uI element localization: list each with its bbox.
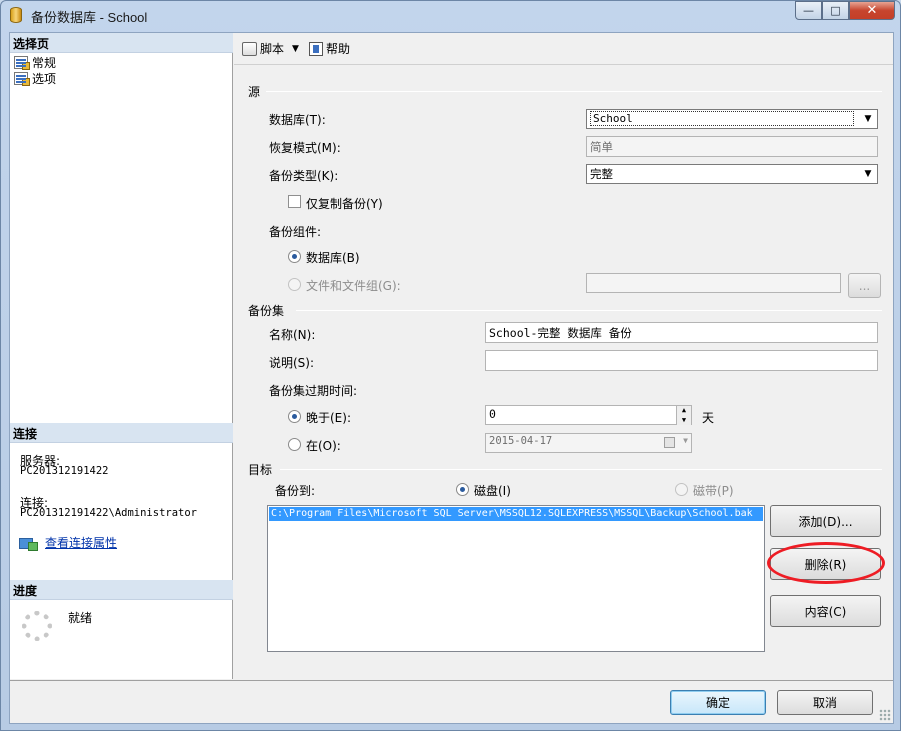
maximize-button[interactable]: □ [822,1,849,20]
backup-to-label: 备份到: [275,484,316,498]
component-files-label: 文件和文件组(G): [306,279,401,293]
minimize-icon: — [803,4,814,17]
component-database-label[interactable]: 数据库(B) [306,249,360,266]
component-database-radio[interactable] [288,250,301,263]
backup-set-group-title: 备份集 [248,304,285,318]
recovery-model-label: 恢复模式(M): [269,141,341,155]
backup-to-disk-label[interactable]: 磁盘(I) [474,482,511,499]
script-button[interactable]: 脚本 [240,38,286,59]
expire-after-radio[interactable] [288,410,301,423]
chevron-down-icon: ▼ [864,114,872,124]
backup-type-combo[interactable]: 完整 ▼ [586,164,878,184]
database-value: School [590,111,854,126]
files-browse-button[interactable]: ... [848,273,881,298]
destination-list[interactable]: C:\Program Files\Microsoft SQL Server\MS… [267,505,765,652]
resize-grip-icon[interactable] [879,709,891,721]
expire-on-radio[interactable] [288,438,301,451]
window-controls: — □ ✕ [795,1,895,21]
recovery-model-field: 简单 [586,136,878,157]
name-input[interactable]: School-完整 数据库 备份 [485,322,878,343]
script-dropdown-icon[interactable]: ▼ [292,44,299,54]
spin-up-icon[interactable]: ▲ [676,406,691,416]
dialog-client: 选择页 常规 选项 连接 服务器: PC201312191422 连接: PC2… [9,32,894,724]
script-icon [242,41,257,56]
copy-only-checkbox[interactable] [288,195,301,208]
page-icon [14,56,30,70]
expire-on-label[interactable]: 在(O): [306,437,341,454]
expire-date-picker[interactable]: 2015-04-17 ▼ [485,433,692,453]
source-divider [266,91,882,92]
source-group-title: 源 [248,85,261,99]
backup-database-dialog: 备份数据库 - School — □ ✕ 选择页 常规 选项 连接 服务器: P… [0,0,901,731]
connection-header: 连接 [10,423,233,443]
description-input[interactable] [485,350,878,371]
backup-to-tape-radio[interactable] [675,483,688,496]
spin-down-icon[interactable]: ▼ [676,415,691,425]
general-page: 源 数据库(T): School ▼ 恢复模式(M): 简单 备份类型(K): … [234,66,893,679]
title-bar[interactable]: 备份数据库 - School — □ ✕ [1,1,900,31]
name-label: 名称(N): [269,328,316,342]
expire-after-label[interactable]: 晚于(E): [306,409,351,426]
list-item[interactable]: C:\Program Files\Microsoft SQL Server\MS… [269,507,763,521]
help-icon [308,41,323,56]
toolbar: 脚本 ▼ 帮助 [234,33,893,65]
page-item-label: 常规 [32,56,57,70]
close-icon: ✕ [866,3,878,18]
page-item-options[interactable]: 选项 [14,70,56,87]
backup-set-divider [296,310,882,311]
database-label: 数据库(T): [269,113,326,127]
database-combo[interactable]: School ▼ [586,109,878,129]
help-button[interactable]: 帮助 [307,38,352,59]
calendar-icon [664,437,675,448]
contents-button[interactable]: 内容(C) [770,595,881,627]
expire-date-value: 2015-04-17 [489,435,553,447]
expire-days-unit: 天 [702,411,715,425]
minimize-button[interactable]: — [795,1,822,20]
expire-label: 备份集过期时间: [269,384,358,398]
expire-days-stepper[interactable]: 0 ▲ ▼ [485,405,692,425]
close-button[interactable]: ✕ [849,1,895,20]
remove-button[interactable]: 删除(R) [770,548,881,580]
backup-to-disk-radio[interactable] [456,483,469,496]
view-connection-link-text: 查看连接属性 [45,536,118,550]
cancel-button[interactable]: 取消 [777,690,873,715]
spin-buttons[interactable]: ▲ ▼ [676,406,691,425]
ok-button[interactable]: 确定 [670,690,766,715]
dialog-footer: 确定 取消 [10,680,893,723]
connection-properties-icon [19,536,38,551]
files-field [586,273,841,293]
backup-type-value: 完整 [590,167,613,181]
destination-divider [280,469,882,470]
database-icon [10,7,22,23]
page-item-general[interactable]: 常规 [14,54,56,71]
connection-value: PC201312191422\Administrator [20,507,198,519]
left-pane: 选择页 常规 选项 连接 服务器: PC201312191422 连接: PC2… [10,33,233,679]
copy-only-label[interactable]: 仅复制备份(Y) [306,195,383,212]
expire-days-value: 0 [489,407,496,421]
chevron-down-icon: ▼ [683,436,688,445]
page-item-label: 选项 [32,72,57,86]
server-value: PC201312191422 [20,465,109,477]
chevron-down-icon: ▼ [864,169,872,179]
backup-to-tape-label: 磁带(P) [693,484,734,498]
maximize-icon: □ [830,4,841,17]
component-files-radio[interactable] [288,278,301,291]
page-icon [14,72,30,86]
progress-spinner-icon [22,611,52,641]
backup-component-label: 备份组件: [269,225,322,239]
select-page-header: 选择页 [10,33,233,53]
description-label: 说明(S): [269,356,315,370]
window-title: 备份数据库 - School [31,10,148,25]
script-label: 脚本 [260,42,285,56]
destination-group-title: 目标 [248,463,273,477]
backup-type-label: 备份类型(K): [269,169,339,183]
add-button[interactable]: 添加(D)... [770,505,881,537]
view-connection-properties-link[interactable]: 查看连接属性 [19,534,117,551]
progress-status: 就绪 [68,611,93,625]
help-label: 帮助 [325,42,350,56]
progress-header: 进度 [10,580,233,600]
